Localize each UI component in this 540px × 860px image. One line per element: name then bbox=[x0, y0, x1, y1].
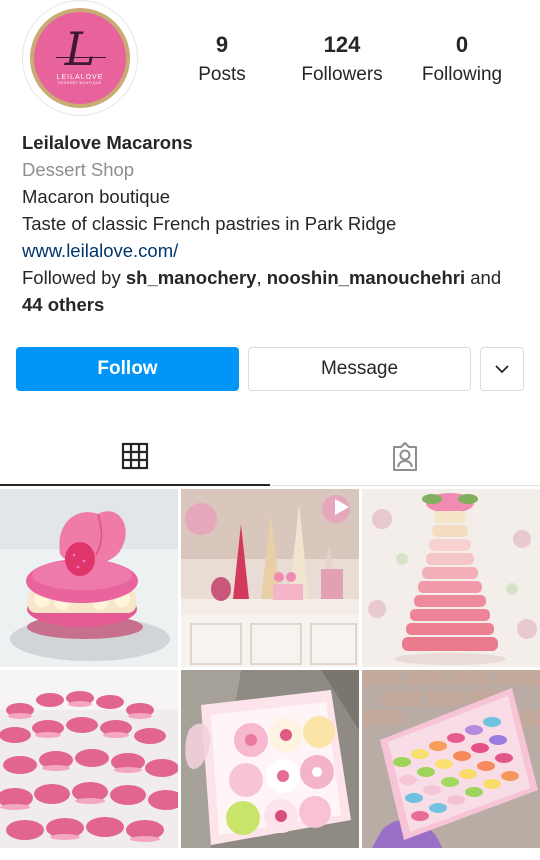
post-thumbnail[interactable] bbox=[181, 489, 359, 667]
follower-link-2[interactable]: nooshin_manouchehri bbox=[267, 267, 465, 288]
bio-line-1: Macaron boutique bbox=[22, 186, 171, 207]
chevron-down-icon bbox=[495, 365, 509, 374]
more-options-button[interactable] bbox=[480, 347, 524, 391]
following-count: 0 bbox=[455, 32, 469, 57]
profile-avatar[interactable]: L LEILALOVE DESSERT BOUTIQUE bbox=[22, 0, 142, 116]
rose-macaron-photo bbox=[0, 489, 178, 667]
others-count-link[interactable]: 44 others bbox=[22, 294, 104, 315]
website-link[interactable]: www.leilalove.com/ bbox=[22, 237, 527, 264]
video-indicator-icon bbox=[335, 499, 349, 515]
post-thumbnail[interactable] bbox=[362, 670, 540, 848]
follow-button[interactable]: Follow bbox=[16, 347, 239, 391]
avatar-ring: L LEILALOVE DESSERT BOUTIQUE bbox=[22, 0, 138, 116]
avatar-logo: L LEILALOVE DESSERT BOUTIQUE bbox=[34, 12, 126, 104]
avatar-logo-line bbox=[56, 57, 106, 58]
tagged-icon bbox=[393, 442, 417, 471]
avatar-logo-tagline: DESSERT BOUTIQUE bbox=[58, 80, 102, 85]
avatar-logo-brand: LEILALOVE bbox=[56, 73, 104, 81]
pink-macaron-pile-photo bbox=[0, 670, 178, 848]
tab-posts-grid[interactable] bbox=[0, 428, 270, 486]
following-stat[interactable]: 0 Following bbox=[407, 32, 517, 86]
followers-count: 124 bbox=[323, 32, 361, 57]
profile-tabs bbox=[0, 428, 540, 486]
avatar-logo-letter: L bbox=[64, 21, 96, 76]
avatar-gold-border: L LEILALOVE DESSERT BOUTIQUE bbox=[30, 8, 130, 108]
followed-by: Followed by sh_manochery, nooshin_manouc… bbox=[22, 264, 527, 291]
posts-stat[interactable]: 9 Posts bbox=[167, 32, 277, 86]
message-button[interactable]: Message bbox=[248, 347, 471, 391]
macaron-tower-photo bbox=[362, 489, 540, 667]
grid-icon bbox=[121, 442, 149, 470]
colorful-macaron-box-photo bbox=[362, 670, 540, 848]
followers-label: Followers bbox=[301, 64, 383, 85]
post-thumbnail[interactable] bbox=[0, 670, 178, 848]
followed-by-prefix: Followed by bbox=[22, 267, 126, 288]
profile-name: Leilalove Macarons bbox=[22, 132, 193, 153]
decorated-macaron-box-photo bbox=[181, 670, 359, 848]
post-thumbnail[interactable] bbox=[0, 489, 178, 667]
post-thumbnail[interactable] bbox=[181, 670, 359, 848]
followers-stat[interactable]: 124 Followers bbox=[287, 32, 397, 86]
followed-by-and: and bbox=[465, 267, 502, 288]
followed-by-others[interactable]: 44 others bbox=[22, 291, 527, 318]
followed-by-separator: , bbox=[256, 267, 267, 288]
tab-tagged[interactable] bbox=[270, 428, 540, 486]
posts-label: Posts bbox=[198, 64, 246, 85]
bio-line-2: Taste of classic French pastries in Park… bbox=[22, 213, 397, 234]
posts-count: 9 bbox=[215, 32, 229, 57]
profile-category: Dessert Shop bbox=[22, 159, 135, 180]
post-thumbnail[interactable] bbox=[362, 489, 540, 667]
following-label: Following bbox=[421, 64, 503, 85]
follower-link-1[interactable]: sh_manochery bbox=[126, 267, 257, 288]
profile-bio: Leilalove Macarons Dessert Shop Macaron … bbox=[22, 129, 527, 318]
